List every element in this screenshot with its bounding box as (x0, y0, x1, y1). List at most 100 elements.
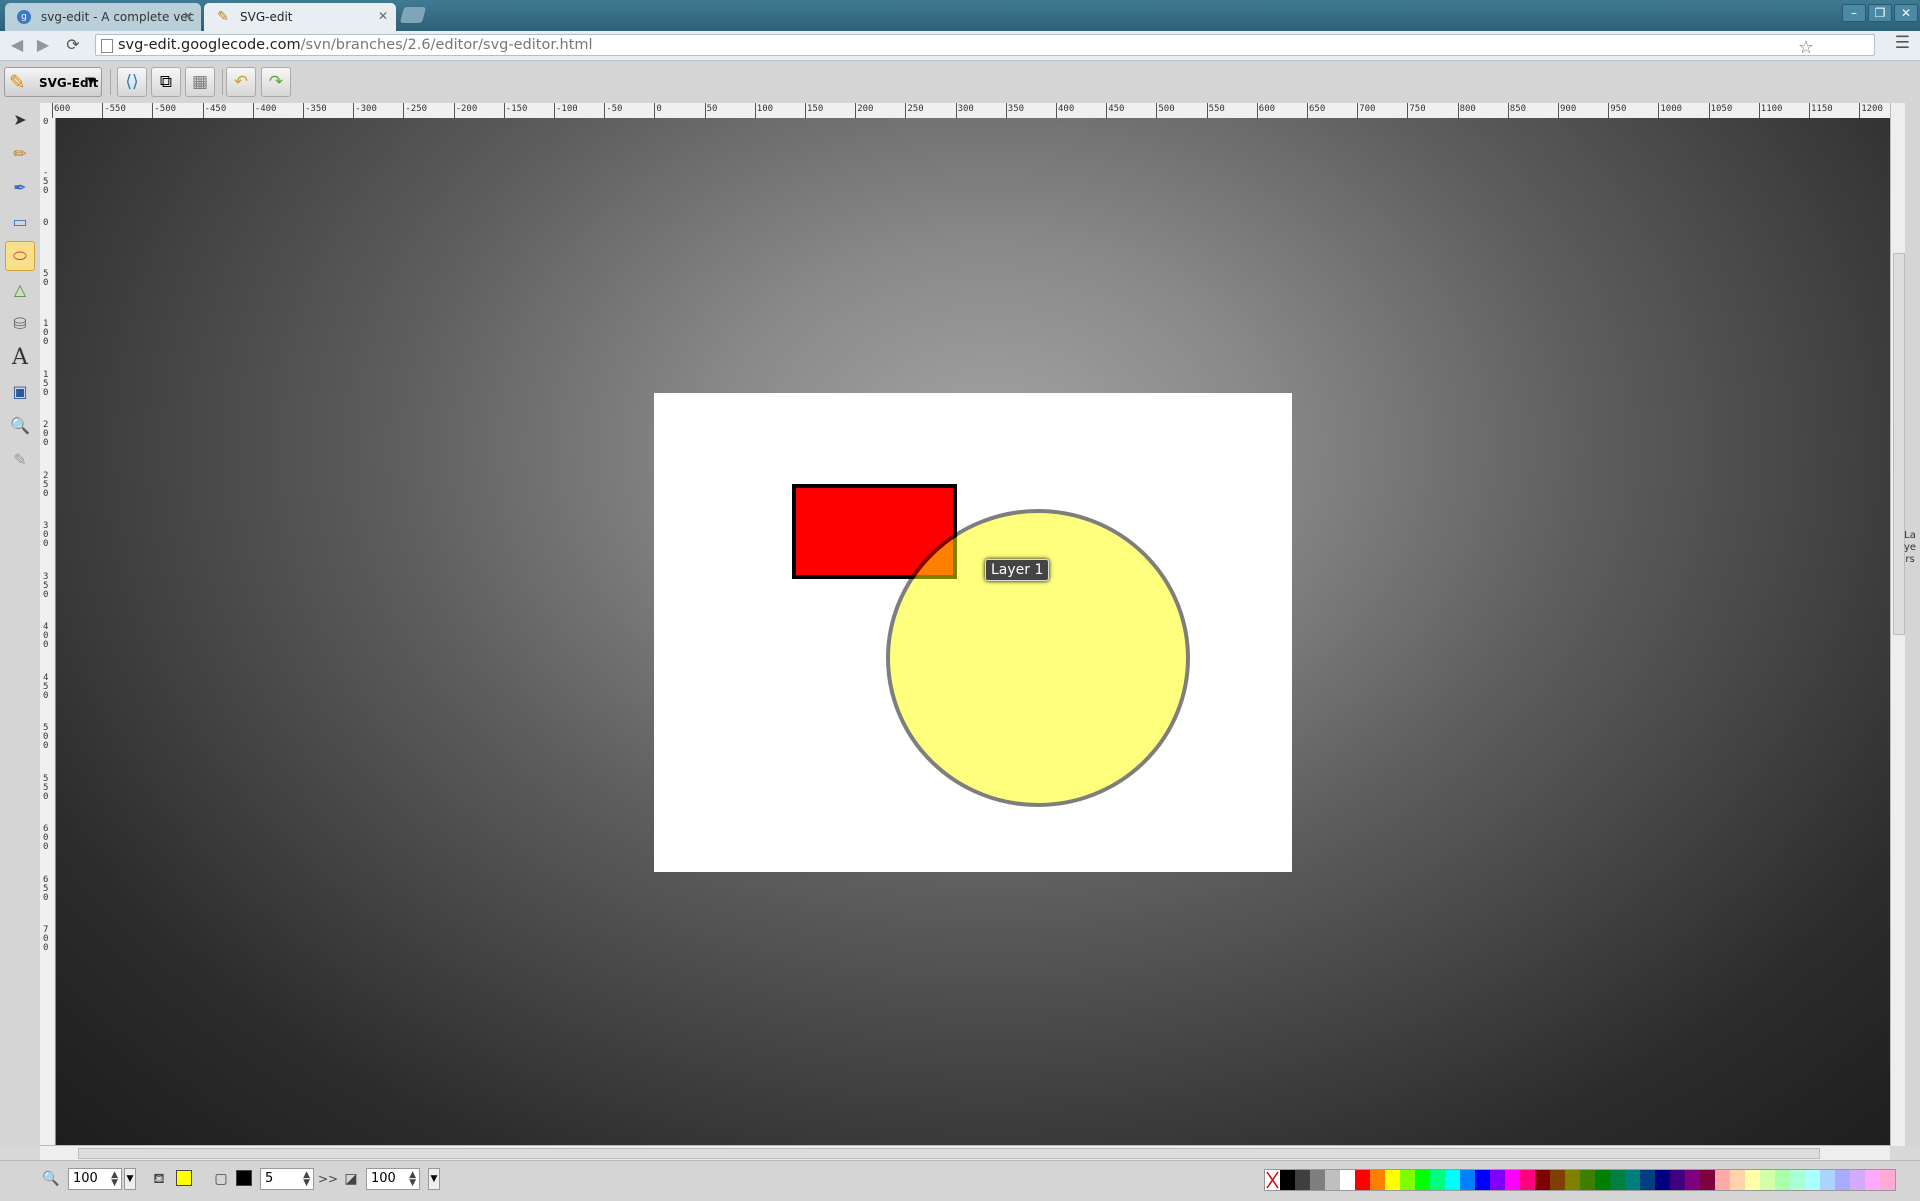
ruler-tick-label: 650 (43, 874, 49, 903)
close-icon[interactable]: ✕ (183, 9, 193, 23)
spinner-arrows-icon[interactable]: ▲ ▼ (409, 1171, 416, 1188)
palette-swatch[interactable] (1820, 1170, 1835, 1190)
layers-panel-handle[interactable] (1905, 103, 1920, 1146)
stroke-width-input[interactable]: 5 ▲ ▼ (260, 1168, 314, 1190)
eyedropper-tool[interactable]: ✎ (5, 445, 35, 475)
image-tool[interactable]: ▣ (5, 377, 35, 407)
redo-button[interactable]: ↷ (261, 67, 291, 97)
tab-svg-edit-project[interactable]: g svg-edit - A complete vec ✕ (5, 3, 201, 31)
pen-tool[interactable]: ✒ (5, 173, 35, 203)
main-menu-button[interactable]: ✎ SVG-Edit ▼ (4, 67, 102, 97)
palette-swatch[interactable] (1685, 1170, 1700, 1190)
close-window-button[interactable]: ✕ (1894, 4, 1918, 22)
palette-swatch[interactable] (1850, 1170, 1865, 1190)
browser-toolbar: ◀ ▶ ⟳ svg-edit.googlecode.com/svn/branch… (0, 31, 1920, 61)
palette-swatch[interactable] (1790, 1170, 1805, 1190)
palette-swatch[interactable] (1730, 1170, 1745, 1190)
palette-swatch[interactable] (1835, 1170, 1850, 1190)
new-tab-button[interactable] (399, 7, 427, 23)
palette-swatch[interactable] (1535, 1170, 1550, 1190)
svg-canvas[interactable] (56, 118, 1890, 1145)
zoom-input[interactable]: 100 ▲ ▼ (68, 1168, 122, 1190)
no-color-swatch[interactable] (1265, 1170, 1280, 1190)
palette-swatch[interactable] (1715, 1170, 1730, 1190)
text-tool[interactable]: A (5, 343, 35, 373)
palette-swatch[interactable] (1340, 1170, 1355, 1190)
palette-swatch[interactable] (1325, 1170, 1340, 1190)
palette-swatch[interactable] (1490, 1170, 1505, 1190)
palette-swatch[interactable] (1385, 1170, 1400, 1190)
palette-swatch[interactable] (1355, 1170, 1370, 1190)
address-bar[interactable]: svg-edit.googlecode.com/svn/branches/2.6… (95, 34, 1875, 58)
palette-swatch[interactable] (1760, 1170, 1775, 1190)
browser-menu-icon[interactable]: ☰ (1895, 33, 1910, 53)
zoom-tool[interactable]: 🔍 (5, 411, 35, 441)
scrollbar-thumb[interactable] (78, 1148, 1820, 1159)
palette-swatch[interactable] (1745, 1170, 1760, 1190)
palette-swatch[interactable] (1280, 1170, 1295, 1190)
palette-swatch[interactable] (1880, 1170, 1895, 1190)
palette-swatch[interactable] (1580, 1170, 1595, 1190)
vertical-scrollbar[interactable] (1890, 103, 1906, 1146)
minimize-button[interactable]: – (1842, 4, 1866, 22)
select-tool[interactable]: ➤ (5, 105, 35, 135)
undo-button[interactable]: ↶ (226, 67, 256, 97)
scrollbar-thumb[interactable] (1893, 253, 1905, 635)
close-icon[interactable]: ✕ (378, 9, 388, 23)
ruler-tick-label: -150 (505, 104, 528, 114)
palette-swatch[interactable] (1550, 1170, 1565, 1190)
forward-button[interactable]: ▶ (32, 35, 54, 55)
palette-swatch[interactable] (1700, 1170, 1715, 1190)
palette-swatch[interactable] (1310, 1170, 1325, 1190)
palette-swatch[interactable] (1610, 1170, 1625, 1190)
spinner-arrows-icon[interactable]: ▲ ▼ (303, 1171, 310, 1188)
palette-swatch[interactable] (1775, 1170, 1790, 1190)
canvas-workarea[interactable]: Layer 1 (56, 118, 1890, 1145)
source-button[interactable]: ⟨⟩ (117, 67, 147, 97)
palette-swatch[interactable] (1670, 1170, 1685, 1190)
reload-button[interactable]: ⟳ (62, 35, 84, 55)
palette-swatch[interactable] (1370, 1170, 1385, 1190)
opacity-input[interactable]: 100 ▲ ▼ (366, 1168, 420, 1190)
back-button[interactable]: ◀ (6, 35, 28, 55)
layers-label[interactable]: Layers (1903, 530, 1917, 566)
shapelib-tool[interactable]: ⛁ (5, 309, 35, 339)
wireframe-button[interactable]: ⧉ (151, 67, 181, 97)
fill-color-swatch[interactable] (176, 1170, 192, 1186)
palette-swatch[interactable] (1475, 1170, 1490, 1190)
palette-swatch[interactable] (1430, 1170, 1445, 1190)
restore-button[interactable]: ❐ (1868, 4, 1892, 22)
palette-swatch[interactable] (1865, 1170, 1880, 1190)
palette-swatch[interactable] (1655, 1170, 1670, 1190)
rect-tool[interactable]: ▭ (5, 207, 35, 237)
text-icon: A (12, 345, 28, 370)
more-options-button[interactable]: >> (318, 1170, 338, 1188)
bookmark-star-icon[interactable]: ☆ (1798, 37, 1814, 58)
palette-swatch[interactable] (1565, 1170, 1580, 1190)
ellipse-tool[interactable]: ⬭ (5, 241, 35, 271)
horizontal-scrollbar[interactable] (40, 1145, 1890, 1161)
palette-swatch[interactable] (1295, 1170, 1310, 1190)
tools-panel: ➤ ✏ ✒ ▭ ⬭ △ ⛁ A ▣ 🔍 ✎ (0, 103, 40, 1146)
zoom-dropdown[interactable]: ▼ (124, 1168, 136, 1190)
path-icon: △ (13, 280, 27, 299)
opacity-dropdown[interactable]: ▼ (428, 1168, 440, 1190)
palette-swatch[interactable] (1460, 1170, 1475, 1190)
path-tool[interactable]: △ (5, 275, 35, 305)
palette-swatch[interactable] (1505, 1170, 1520, 1190)
palette-swatch[interactable] (1445, 1170, 1460, 1190)
stroke-color-swatch[interactable] (236, 1170, 252, 1186)
pencil-tool[interactable]: ✏ (5, 139, 35, 169)
palette-swatch[interactable] (1805, 1170, 1820, 1190)
palette-swatch[interactable] (1415, 1170, 1430, 1190)
palette-swatch[interactable] (1400, 1170, 1415, 1190)
tab-svg-edit[interactable]: ✎ SVG-edit ✕ (204, 3, 396, 31)
palette-swatch[interactable] (1640, 1170, 1655, 1190)
spinner-arrows-icon[interactable]: ▲ ▼ (111, 1171, 118, 1188)
grid-button[interactable]: ▦ (185, 67, 215, 97)
palette-swatch[interactable] (1595, 1170, 1610, 1190)
palette-swatch[interactable] (1520, 1170, 1535, 1190)
palette-swatch[interactable] (1625, 1170, 1640, 1190)
layer-tooltip: Layer 1 (985, 559, 1050, 581)
yellow-ellipse[interactable] (886, 509, 1190, 807)
